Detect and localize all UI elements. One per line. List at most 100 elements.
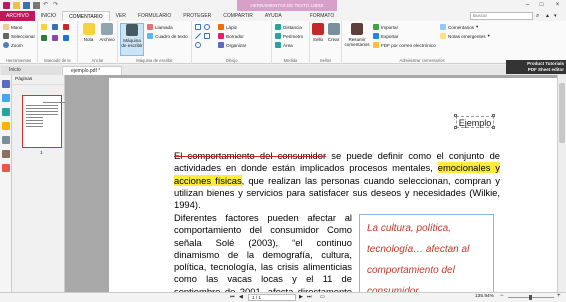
email-icon [373, 42, 379, 48]
signature-icon[interactable] [1, 164, 10, 172]
replace-text-button[interactable] [52, 35, 58, 41]
tab-archivo[interactable]: ARCHIVO [0, 11, 35, 21]
eraser-label: Borrador [226, 33, 244, 39]
tab-ayuda[interactable]: AYUDA [259, 11, 288, 21]
comments-panel-icon[interactable] [1, 122, 10, 130]
security-icon[interactable] [1, 150, 10, 158]
scroll-thumb[interactable] [559, 83, 565, 143]
typewriter-button[interactable]: Máquina de escribir [120, 23, 144, 56]
distance-button[interactable]: Distancia [275, 24, 302, 30]
fdf-email-button[interactable]: FDF por correo electrónico [373, 42, 436, 48]
paragraph-2[interactable]: Diferentes factores pueden afectar al co… [174, 212, 352, 292]
eraser-button[interactable]: Borrador [218, 33, 244, 39]
underline-button[interactable] [52, 24, 58, 30]
pdf-page[interactable]: Ejemplo El comportamiento del consumidor… [109, 78, 566, 292]
shape-polygon-button[interactable] [204, 33, 210, 39]
page-number-input[interactable]: 1 / 1 [248, 294, 296, 301]
paragraph-1[interactable]: El comportamiento del consumidor se pued… [174, 150, 500, 211]
shape-circle-button[interactable] [204, 24, 210, 30]
perimeter-button[interactable]: Perímetro [275, 33, 303, 39]
first-page-icon[interactable]: ⏮ [230, 294, 235, 300]
layers-icon[interactable] [1, 108, 10, 116]
squiggly-button[interactable] [41, 35, 47, 41]
strikeout-button[interactable] [63, 24, 69, 30]
close-button[interactable]: × [552, 0, 563, 11]
open-icon[interactable] [13, 2, 20, 9]
polygon-icon [204, 33, 210, 39]
export-button[interactable]: Exportar [373, 33, 398, 39]
tab-inicio[interactable]: INICIO [35, 11, 62, 21]
resize-handle[interactable] [454, 126, 457, 129]
arrange-button[interactable]: Organizar [218, 42, 246, 48]
next-page-icon[interactable]: ▶ [299, 294, 303, 300]
zoom-tool-button[interactable]: Zoom [3, 42, 23, 48]
resize-handle[interactable] [492, 126, 495, 129]
tab-comentario[interactable]: COMENTARIO [62, 11, 110, 21]
stamp-button[interactable]: Sello [311, 23, 325, 42]
vertical-scrollbar[interactable] [557, 75, 566, 292]
save-icon[interactable] [23, 2, 30, 9]
tab-ver[interactable]: VER [110, 11, 132, 21]
distance-label: Distancia [283, 24, 302, 30]
tab-start-page[interactable]: Inicio [1, 66, 61, 75]
file-attach-button[interactable]: Archivo [98, 23, 116, 42]
textbox-button[interactable]: Cuadro de texto [147, 33, 188, 39]
shape-cloud-button[interactable] [195, 42, 201, 48]
shape-square-button[interactable] [195, 24, 201, 30]
tab-compartir[interactable]: COMPARTIR [217, 11, 259, 21]
search-input[interactable]: Buscar [470, 12, 533, 20]
shape-line-button[interactable] [195, 33, 201, 39]
line-icon [195, 33, 201, 39]
note-button[interactable]: Nota [80, 23, 97, 42]
zoom-slider-thumb[interactable] [529, 295, 532, 300]
area-button[interactable]: Área [275, 42, 293, 48]
minimize-button[interactable]: – [522, 0, 533, 11]
create-stamp-button[interactable]: Crear [326, 23, 341, 42]
popup-notes-dropdown[interactable]: Notas emergentes ▾ [440, 33, 490, 39]
redo-icon[interactable]: ↷ [53, 2, 60, 9]
zoom-out-icon[interactable]: − [500, 293, 504, 299]
hand-tool-button[interactable]: Mano [3, 24, 23, 30]
resize-handle[interactable] [492, 114, 495, 117]
hand-icon [3, 24, 9, 30]
highlight-button[interactable] [41, 24, 47, 30]
maximize-button[interactable]: □ [536, 0, 547, 11]
help-icon[interactable]: ▾ [554, 13, 557, 19]
tab-formato[interactable]: FORMATO [304, 11, 341, 21]
view-mode-icon[interactable]: ▭ [320, 294, 325, 300]
bookmark-icon[interactable] [1, 94, 10, 102]
search-icon[interactable]: ⌕ [536, 13, 539, 20]
print-icon[interactable] [33, 2, 40, 9]
pages-panel: Páginas 1 [12, 75, 66, 302]
tab-proteger[interactable]: PROTEGER [177, 11, 217, 21]
file-label: Archivo [99, 37, 115, 42]
bell-icon[interactable]: ▲ [545, 13, 550, 19]
undo-icon[interactable]: ↶ [43, 2, 50, 9]
tab-formulario[interactable]: FORMULARIO [132, 11, 177, 21]
import-button[interactable]: Importar [373, 24, 398, 30]
promo-banner[interactable]: Product Tutorials PDF Sheet editor [506, 60, 566, 74]
caption-anclar: Anclar [91, 58, 104, 63]
title-bar: ↶ ↷ ejemplo.pdf * - Foxit Reader HERRAMI… [0, 0, 566, 11]
prev-page-icon[interactable]: ◀ [239, 294, 243, 300]
zoom-level[interactable]: 135.94% [475, 294, 494, 299]
free-text-annotation[interactable]: Ejemplo [456, 116, 494, 128]
resize-handle[interactable] [454, 114, 457, 117]
insert-text-button[interactable] [63, 35, 69, 41]
group-admin: Resumir comentarios Importar Exportar FD… [342, 21, 502, 64]
comments-dropdown[interactable]: Comentarios ▾ [440, 24, 478, 30]
document-canvas[interactable]: Ejemplo El comportamiento del consumidor… [65, 75, 566, 292]
page-thumbnail[interactable] [22, 95, 66, 148]
group-marcado: Marcado de te [38, 21, 78, 64]
pages-panel-icon[interactable] [1, 80, 10, 88]
tab-ejemplo-pdf[interactable]: ejemplo.pdf * [62, 66, 122, 75]
select-tool-button[interactable]: Seleccionar [3, 33, 35, 39]
pencil-button[interactable]: Lápiz [218, 24, 237, 30]
callout-button[interactable]: Llamada [147, 24, 173, 30]
summarize-button[interactable]: Resumir comentarios [344, 23, 370, 47]
pull-quote-textbox[interactable]: La cultura, política, tecnología… afecta… [359, 214, 494, 292]
attachments-icon[interactable] [1, 136, 10, 144]
strikeout-text[interactable]: El comportamiento del consumidor [174, 150, 326, 161]
zoom-in-icon[interactable]: + [557, 293, 561, 299]
last-page-icon[interactable]: ⏭ [307, 294, 312, 300]
